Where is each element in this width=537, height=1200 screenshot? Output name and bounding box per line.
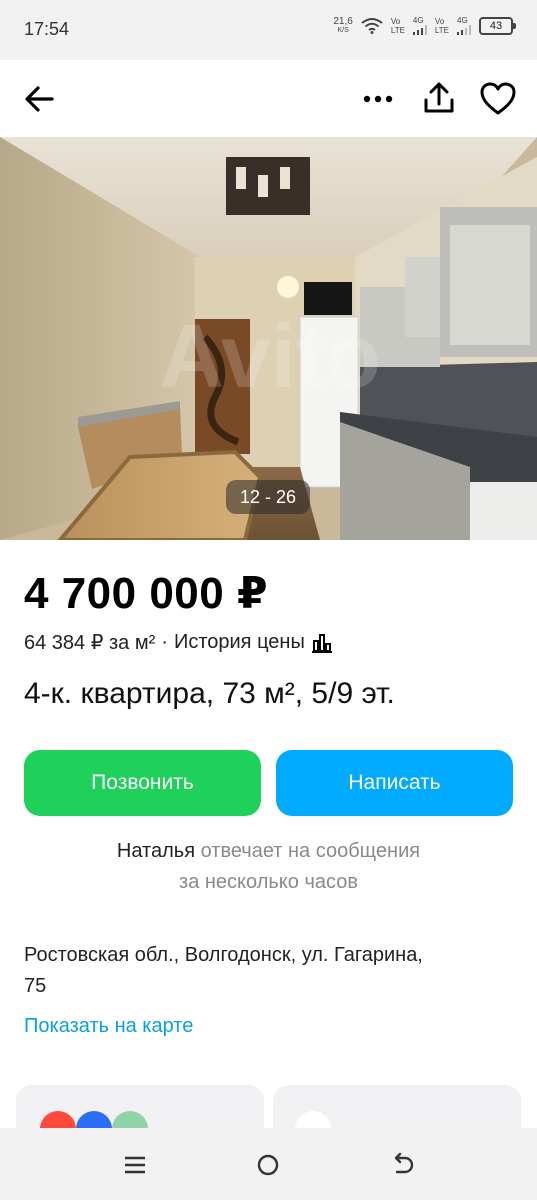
address-line-1: Ростовская обл., Волгодонск, ул. Гагарин… — [24, 944, 423, 966]
signal-icon — [412, 25, 427, 35]
back-nav-icon[interactable] — [388, 1150, 418, 1180]
svg-text:Avito: Avito — [159, 307, 381, 407]
photo-counter: 12 - 26 — [226, 480, 310, 514]
network-speed: 21,6 K/S — [333, 16, 353, 35]
back-arrow-icon[interactable] — [22, 82, 56, 116]
battery-icon: 43 — [479, 17, 516, 35]
seller-reply-info: Наталья отвечает на сообщения за несколь… — [0, 836, 537, 898]
sim2-signal: 4G — [457, 17, 471, 35]
price-meta: 64 384 ₽ за м² · История цены — [24, 630, 333, 655]
bar-chart-icon[interactable] — [311, 633, 333, 653]
sim1-volte-label: Vo LTE — [390, 17, 405, 35]
listing-screen: Avito 12 - 26 4 700 000 ₽ 64 384 ₽ за м²… — [0, 60, 537, 1128]
reply-line-2: за несколько часов — [179, 871, 358, 893]
status-icons: 21,6 K/S Vo LTE 4G Vo LTE 4G 43 — [333, 16, 516, 35]
price-history-link[interactable]: История цены — [174, 631, 305, 654]
info-card-left[interactable] — [16, 1085, 264, 1128]
heart-icon[interactable] — [479, 81, 517, 117]
more-icon[interactable] — [360, 84, 396, 114]
home-icon[interactable] — [253, 1150, 283, 1180]
status-bar: 17:54 21,6 K/S Vo LTE 4G Vo LTE 4G 43 — [0, 0, 537, 60]
message-button[interactable]: Написать — [276, 750, 513, 816]
system-nav-bar — [0, 1128, 537, 1200]
wifi-icon — [361, 18, 383, 34]
sim2-volte-label: Vo LTE — [434, 17, 449, 35]
show-on-map-link[interactable]: Показать на карте — [24, 1015, 193, 1038]
reply-line-1: отвечает на сообщения — [200, 840, 421, 862]
status-time: 17:54 — [24, 19, 70, 39]
address-line-2: 75 — [24, 975, 47, 997]
price: 4 700 000 ₽ — [24, 569, 269, 618]
share-icon[interactable] — [421, 80, 457, 116]
separator: · — [161, 631, 168, 653]
listing-photo[interactable]: Avito 12 - 26 — [0, 137, 537, 540]
avatar-icon — [295, 1111, 331, 1128]
price-per-m2: 64 384 ₽ за м² — [24, 632, 156, 654]
seller-name[interactable]: Наталья — [117, 840, 195, 862]
logo-icon — [112, 1111, 148, 1128]
logo-icon — [76, 1111, 112, 1128]
sim1-signal: 4G — [412, 17, 427, 35]
info-card-right[interactable] — [273, 1085, 521, 1128]
signal-icon — [457, 25, 471, 35]
address: Ростовская обл., Волгодонск, ул. Гагарин… — [24, 940, 514, 1002]
listing-title: 4-к. квартира, 73 м², 5/9 эт. — [24, 677, 395, 710]
logo-icon — [40, 1111, 76, 1128]
top-app-bar — [0, 60, 537, 137]
recent-apps-icon[interactable] — [120, 1150, 150, 1180]
call-button[interactable]: Позвонить — [24, 750, 261, 816]
